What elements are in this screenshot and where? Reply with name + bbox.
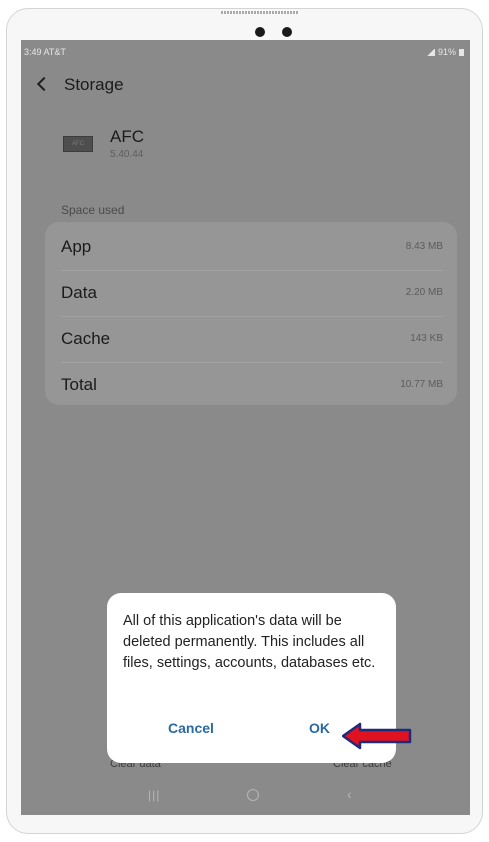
ok-button[interactable]: OK [309,720,330,736]
status-icons: 91% [426,47,464,57]
app-info: AFC AFC 5.40.44 [63,127,263,167]
storage-row-cache: Cache 143 KB [61,316,443,363]
sensor-icon [282,27,292,37]
app-name: AFC [110,127,144,146]
recent-apps-icon[interactable]: ||| [148,788,160,802]
status-bar: 3:49 AT&T 91% [21,40,470,62]
row-label: App [61,237,92,256]
app-icon: AFC [63,136,93,152]
speaker-grille [221,11,299,14]
row-label: Total [61,375,97,394]
status-time-carrier: 3:49 AT&T [24,47,66,57]
back-icon[interactable] [36,76,52,92]
signal-icon [426,48,435,56]
page-title: Storage [64,75,124,94]
battery-icon [459,48,464,56]
camera-icon [255,27,265,37]
navigation-bar: ||| ‹ [21,780,470,815]
row-value: 143 KB [410,333,443,344]
row-value: 8.43 MB [405,241,443,252]
row-label: Cache [61,329,111,348]
app-bar: Storage [21,70,470,100]
section-label-space-used: Space used [61,203,125,217]
storage-row-total: Total 10.77 MB [61,362,443,408]
screen: 3:49 AT&T 91% Storage AFC AFC 5.40.44 Sp… [21,40,470,815]
dialog-message: All of this application's data will be d… [123,613,376,671]
cancel-button[interactable]: Cancel [168,720,214,736]
red-arrow-icon [342,722,412,750]
row-label: Data [61,283,97,302]
row-value: 2.20 MB [405,287,443,298]
storage-card: App 8.43 MB Data 2.20 MB Cache 143 KB To… [45,222,457,405]
app-version: 5.40.44 [110,149,144,160]
storage-row-data: Data 2.20 MB [61,270,443,317]
home-icon[interactable] [247,789,259,801]
battery-percent: 91% [437,47,456,57]
nav-back-icon[interactable]: ‹ [347,786,352,802]
row-value: 10.77 MB [400,379,443,390]
storage-row-app: App 8.43 MB [61,224,443,271]
